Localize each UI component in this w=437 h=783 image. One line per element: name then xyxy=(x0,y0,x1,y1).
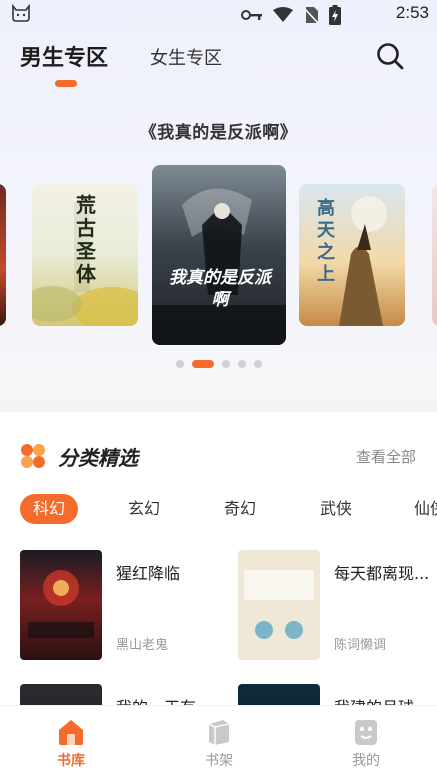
book-title: 每天都离现... xyxy=(334,564,430,583)
nav-item-library[interactable]: 书库 xyxy=(41,718,101,770)
genre-tabs: 科幻 玄幻 奇幻 武侠 仙侠 xyxy=(20,494,437,526)
featured-carousel[interactable]: 荒古圣体 我真的是反派啊 高天之上 xyxy=(0,160,437,360)
carousel-cover-active[interactable]: 我真的是反派啊 xyxy=(152,165,286,345)
nav-label: 书库 xyxy=(57,753,85,769)
book-author: 陈词懒调 xyxy=(334,638,387,653)
pagination-dot[interactable] xyxy=(253,360,262,368)
cover-title-text: 高天之上 xyxy=(317,198,335,285)
cover-artwork xyxy=(28,570,94,638)
wifi-icon xyxy=(273,7,293,22)
no-sim-icon xyxy=(303,7,319,24)
bottom-navigation: 书库 书架 我的 xyxy=(0,705,437,783)
book-card[interactable]: 每天都离现... 陈词懒调 xyxy=(238,550,437,662)
genre-tab-active[interactable]: 科幻 xyxy=(20,494,79,524)
pagination-dot[interactable] xyxy=(175,360,184,368)
search-icon[interactable] xyxy=(375,41,405,71)
carousel-cover[interactable]: 高天之上 xyxy=(299,184,405,326)
featured-book-title: 《我真的是反派啊》 xyxy=(139,123,298,143)
battery-charging-icon xyxy=(329,5,341,25)
pagination-dot[interactable] xyxy=(221,360,230,368)
status-time: 2:53 xyxy=(395,3,429,22)
cover-artwork xyxy=(339,196,387,326)
category-header: 分类精选 查看全部 xyxy=(20,440,420,472)
carousel-cover-prev[interactable] xyxy=(0,184,6,326)
cover-title-text: 荒古圣体 xyxy=(76,193,96,286)
genre-tab[interactable]: 奇幻 xyxy=(224,494,256,524)
nav-item-bookshelf[interactable]: 书架 xyxy=(189,718,249,770)
section-divider xyxy=(0,400,437,412)
header: 男生专区 女生专区 xyxy=(0,38,437,90)
cover-title-text: 我真的是反派啊 xyxy=(169,268,271,310)
category-title: 分类精选 xyxy=(58,446,138,470)
status-bar: 2:53 xyxy=(0,0,437,28)
carousel-pagination xyxy=(0,360,437,368)
see-all-link[interactable]: 查看全部 xyxy=(356,446,416,467)
book-cover xyxy=(238,550,320,660)
bookshelf-icon xyxy=(208,720,230,745)
cover-artwork xyxy=(152,188,286,345)
pagination-dot-active[interactable] xyxy=(191,360,214,368)
nav-item-profile[interactable]: 我的 xyxy=(336,718,396,770)
tab-female-zone[interactable]: 女生专区 xyxy=(150,44,222,70)
pagination-dot[interactable] xyxy=(237,360,246,368)
active-tab-indicator xyxy=(55,80,77,87)
category-grid-icon xyxy=(21,444,45,468)
app-notification-icon xyxy=(12,3,30,22)
vpn-key-icon xyxy=(241,10,262,20)
cover-artwork xyxy=(244,570,314,639)
genre-tab[interactable]: 玄幻 xyxy=(128,494,160,524)
book-title: 猩红降临 xyxy=(116,564,181,583)
carousel-cover-next[interactable] xyxy=(432,184,437,326)
book-card[interactable]: 猩红降临 黑山老鬼 xyxy=(20,550,220,662)
book-cover xyxy=(20,550,102,660)
nav-label: 我的 xyxy=(352,753,380,769)
nav-label: 书架 xyxy=(205,753,233,769)
genre-tab[interactable]: 武侠 xyxy=(320,494,352,524)
book-author: 黑山老鬼 xyxy=(116,638,169,653)
genre-tab[interactable]: 仙侠 xyxy=(414,494,437,524)
tab-male-zone[interactable]: 男生专区 xyxy=(20,40,108,72)
profile-face-icon xyxy=(355,720,377,745)
home-icon xyxy=(59,720,83,745)
carousel-cover[interactable]: 荒古圣体 xyxy=(32,184,138,326)
